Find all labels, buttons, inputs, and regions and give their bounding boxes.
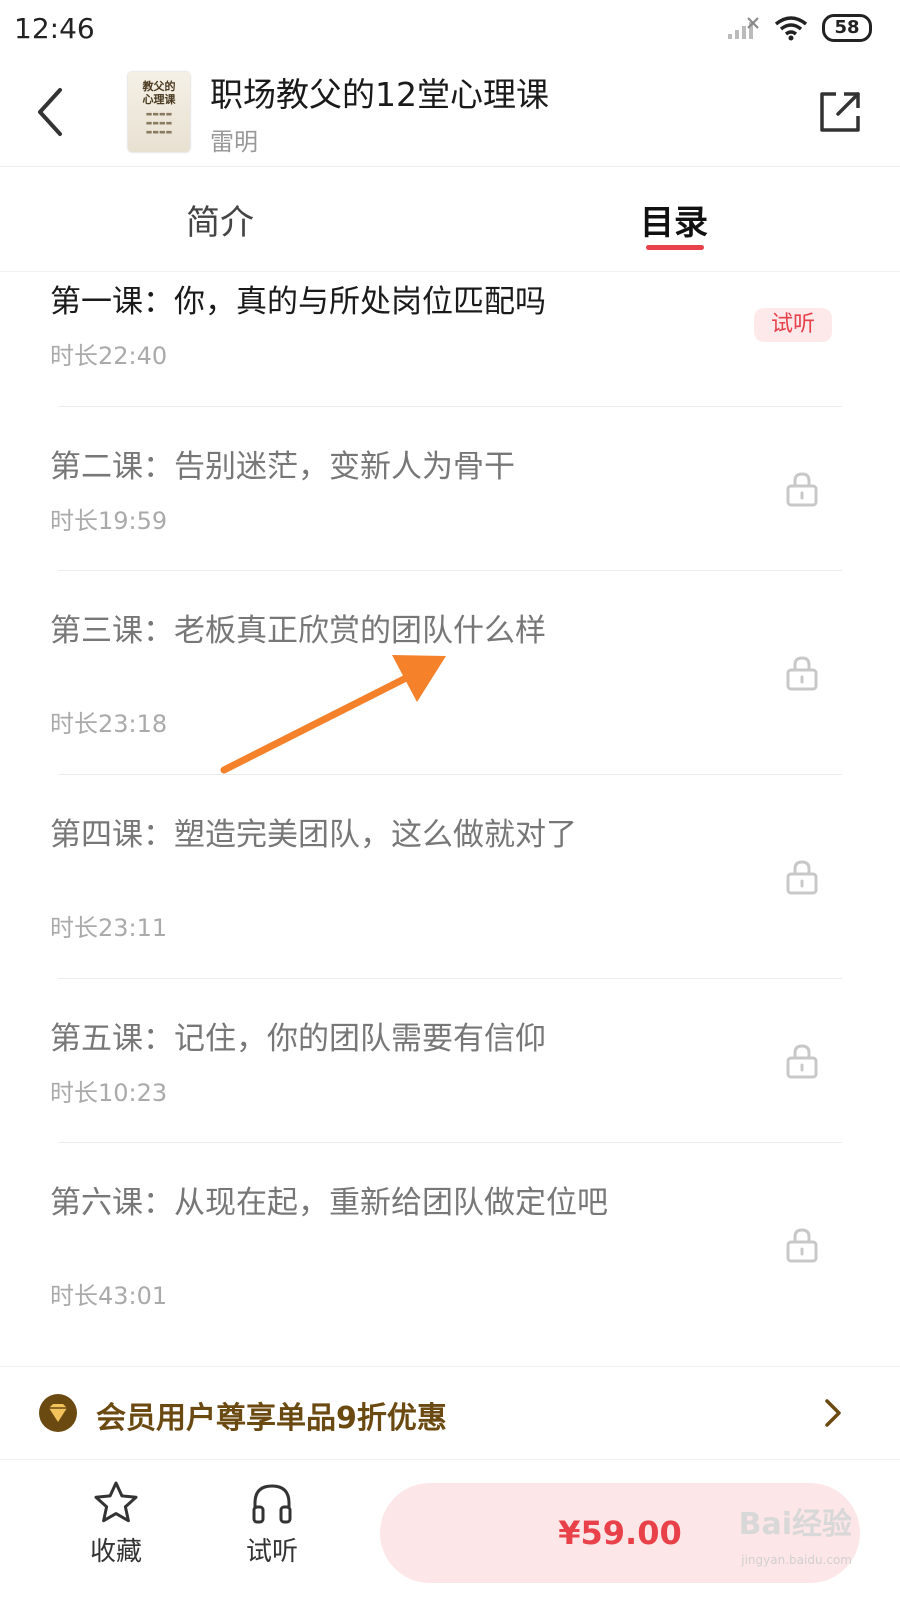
share-icon[interactable]: [816, 88, 864, 136]
watermark-main: Bai经验: [738, 1507, 852, 1542]
tab-active-indicator: [646, 245, 704, 250]
status-time: 12:46: [14, 12, 95, 45]
lesson-item[interactable]: 第四课：塑造完美团队，这么做就对了 时长23:11: [0, 775, 900, 979]
cover-line2: 心理课: [142, 93, 176, 106]
lesson-duration: 时长23:18: [50, 710, 168, 738]
tab-intro[interactable]: 简介: [186, 195, 254, 244]
star-icon: [94, 1481, 138, 1523]
lesson-item[interactable]: 第五课：记住，你的团队需要有信仰 时长10:23: [0, 979, 900, 1143]
lesson-duration: 时长10:23: [50, 1079, 168, 1107]
bottom-action-bar: 收藏 试听 ¥59.00 Bai经验 jingyan.baidu.com: [0, 1459, 900, 1600]
lock-icon: [786, 656, 818, 691]
favorite-label: 收藏: [89, 1537, 142, 1567]
lock-icon: [786, 1044, 818, 1079]
lesson-duration: 时长19:59: [50, 507, 168, 535]
status-icons: 58: [726, 14, 872, 42]
headphones-icon: [252, 1484, 292, 1524]
lock-icon: [786, 472, 818, 507]
lock-icon: [786, 1228, 818, 1263]
lesson-duration: 时长22:40: [50, 342, 168, 370]
lesson-title: 第六课：从现在起，重新给团队做定位吧: [50, 1185, 608, 1221]
cover-fineprint: ▬▬▬▬ ▬▬▬▬ ▬▬▬▬: [145, 110, 173, 136]
book-author: 雷明: [210, 128, 258, 156]
lesson-duration: 时长43:01: [50, 1282, 168, 1310]
favorite-button[interactable]: 收藏: [66, 1479, 166, 1568]
back-arrow-icon[interactable]: [30, 82, 74, 142]
lesson-title: 第五课：记住，你的团队需要有信仰: [50, 1021, 546, 1057]
signal-icon: [728, 17, 759, 39]
lesson-item[interactable]: 第三课：老板真正欣赏的团队什么样 时长23:18: [0, 571, 900, 775]
lesson-item[interactable]: 第六课：从现在起，重新给团队做定位吧 时长43:01: [0, 1143, 900, 1365]
wifi-icon: [774, 16, 808, 41]
lock-icon: [786, 860, 818, 895]
lesson-title: 第一课：你，真的与所处岗位匹配吗: [50, 284, 546, 320]
lesson-list: 第一课：你，真的与所处岗位匹配吗 时长22:40 试听 第二课：告别迷茫，变新人…: [0, 272, 900, 1366]
vip-gem-icon: [39, 1394, 77, 1432]
tab-catalog[interactable]: 目录: [640, 195, 708, 244]
status-bar: 12:46 58: [0, 0, 900, 62]
battery-indicator: 58: [822, 14, 872, 42]
trial-listen-button[interactable]: 试听: [222, 1479, 322, 1568]
watermark: Bai经验 jingyan.baidu.com: [672, 1510, 852, 1570]
tab-bar: 简介 目录: [0, 167, 900, 272]
battery-level: 58: [834, 17, 860, 38]
book-title: 职场教父的12堂心理课: [210, 75, 549, 114]
trial-listen-label: 试听: [245, 1537, 298, 1567]
cover-line1: 教父的: [142, 80, 176, 93]
lesson-item[interactable]: 第一课：你，真的与所处岗位匹配吗 时长22:40 试听: [0, 272, 900, 407]
watermark-sub: jingyan.baidu.com: [741, 1553, 852, 1567]
member-discount-text: 会员用户尊享单品9折优惠: [96, 1401, 447, 1436]
trial-badge[interactable]: 试听: [754, 308, 832, 342]
lesson-title: 第二课：告别迷茫，变新人为骨干: [50, 449, 515, 485]
lesson-duration: 时长23:11: [50, 914, 168, 942]
lesson-title: 第四课：塑造完美团队，这么做就对了: [50, 817, 577, 853]
chevron-right-icon: [825, 1399, 841, 1427]
book-cover: 教父的 心理课 ▬▬▬▬ ▬▬▬▬ ▬▬▬▬: [128, 72, 190, 152]
header: 教父的 心理课 ▬▬▬▬ ▬▬▬▬ ▬▬▬▬ 职场教父的12堂心理课 雷明: [0, 62, 900, 167]
lesson-title: 第三课：老板真正欣赏的团队什么样: [50, 613, 546, 649]
member-discount-bar[interactable]: 会员用户尊享单品9折优惠: [0, 1366, 900, 1460]
lesson-item[interactable]: 第二课：告别迷茫，变新人为骨干 时长19:59: [0, 407, 900, 571]
price-label: ¥59.00: [558, 1514, 682, 1552]
